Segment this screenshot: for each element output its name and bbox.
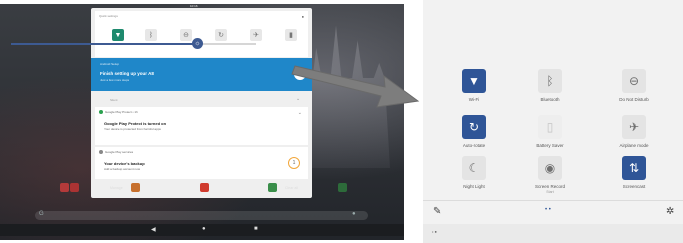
manage-button[interactable]: Manage [110, 186, 123, 190]
notification-text: Add a backup account now [104, 167, 141, 171]
notification-subtitle: Just a few more steps [100, 78, 130, 82]
tile-battery-saver[interactable]: ▯ [538, 115, 562, 139]
setup-notification[interactable]: Android Setup Finish setting up your A8 … [91, 58, 312, 91]
tile-wifi[interactable]: ▼ [462, 69, 486, 93]
clear-all-button[interactable]: Clear all [285, 186, 298, 190]
puzzle-icon [99, 150, 103, 154]
chevron-down-icon[interactable]: ⌄ [296, 96, 300, 102]
tile-screencast[interactable]: ⇅ [622, 156, 646, 180]
tile-screen-record[interactable]: ◉ [538, 156, 562, 180]
page-indicator: • • [545, 207, 551, 213]
brightness-slider-fill [11, 43, 197, 45]
silent-section-label: Silent [110, 98, 118, 102]
do-not-disturb-icon[interactable]: ⊖ [180, 29, 192, 41]
tile-label: Airplane mode [619, 143, 649, 148]
app-icon[interactable] [268, 183, 277, 192]
notification-app-name: Android Setup [100, 62, 120, 66]
notification-header: Google Play Protect • 1h [99, 110, 138, 114]
app-icon[interactable] [60, 183, 69, 192]
auto-rotate-icon[interactable]: ↻ [215, 29, 227, 41]
quick-settings-card[interactable]: Quick settings ● ▼ ᛒ ⊖ ↻ ✈ ▮ [95, 11, 308, 57]
expand-icon[interactable]: ⌄ [298, 110, 302, 116]
tile-label: Screencast [622, 184, 646, 189]
notification-app-name: Google Play services [105, 150, 134, 154]
tile-airplane-mode[interactable]: ✈ [622, 115, 646, 139]
mic-icon[interactable]: ● [352, 211, 356, 217]
notification-text: Your device is protected from harmful ap… [104, 127, 161, 131]
tile-label: Do Not Disturb [619, 97, 649, 102]
tile-label: Battery Saver [536, 143, 564, 148]
divider [423, 200, 683, 201]
tile-sublabel: Start [546, 190, 554, 194]
back-icon[interactable]: ◀ [151, 226, 156, 233]
app-icon[interactable] [338, 183, 347, 192]
app-icon[interactable] [70, 183, 79, 192]
screencast-icon: ⇅ [628, 161, 640, 175]
edit-icon[interactable]: ✎ [433, 206, 441, 217]
screen-record-icon: ◉ [544, 161, 556, 175]
play-services-notification[interactable]: Google Play services Your device's backu… [95, 147, 308, 179]
shield-icon [99, 110, 103, 114]
airplane-icon[interactable]: ✈ [250, 29, 262, 41]
do-not-disturb-icon: ⊖ [628, 74, 640, 88]
bluetooth-icon: ᛒ [546, 74, 554, 88]
status-time: 10:16 [190, 4, 198, 8]
app-icon[interactable] [131, 183, 140, 192]
tile-label: Screen Record [534, 184, 565, 189]
home-icon[interactable]: ● [202, 226, 206, 232]
google-icon: G [39, 211, 44, 217]
tile-label: Night Light [463, 184, 485, 189]
auto-rotate-icon: ↻ [468, 120, 480, 134]
tile-label: Bluetooth [540, 97, 560, 102]
notification-app-name: Google Play Protect • 1h [105, 110, 138, 114]
notification-title: Finish setting up your A8 [100, 71, 154, 76]
bottom-bar-indicator: • ● [432, 229, 437, 234]
notification-title: Your device's backup [104, 161, 145, 166]
bottom-bar [423, 224, 683, 243]
tile-label: Wi-Fi [468, 97, 480, 102]
progress-badge: 1 [288, 157, 300, 169]
play-protect-notification[interactable]: Google Play Protect • 1h ⌄ Google Play P… [95, 107, 308, 145]
recents-icon[interactable]: ■ [254, 226, 258, 232]
night-light-icon: ☾ [468, 161, 480, 175]
settings-icon[interactable]: ● [302, 14, 304, 19]
flashlight-icon[interactable]: ▮ [285, 29, 297, 41]
app-icon[interactable] [200, 183, 209, 192]
quick-settings-label: Quick settings [99, 14, 118, 18]
settings-gear-icon[interactable]: ✲ [666, 206, 674, 217]
battery-saver-icon: ▯ [546, 120, 554, 134]
notification-header: Google Play services [99, 150, 133, 154]
notification-title: Google Play Protect is turned on [104, 121, 167, 126]
brightness-icon[interactable]: ☼ [192, 38, 203, 49]
tile-auto-rotate[interactable]: ↻ [462, 115, 486, 139]
wrench-icon[interactable]: ✎ [294, 68, 306, 80]
bluetooth-icon[interactable]: ᛒ [145, 29, 157, 41]
search-bar[interactable] [35, 211, 368, 220]
tile-bluetooth[interactable]: ᛒ [538, 69, 562, 93]
tile-do-not-disturb[interactable]: ⊖ [622, 69, 646, 93]
wifi-icon: ▼ [468, 74, 480, 88]
tile-label: Auto-rotate [462, 143, 486, 148]
airplane-mode-icon: ✈ [628, 120, 640, 134]
wifi-icon[interactable]: ▼ [112, 29, 124, 41]
tile-night-light[interactable]: ☾ [462, 156, 486, 180]
